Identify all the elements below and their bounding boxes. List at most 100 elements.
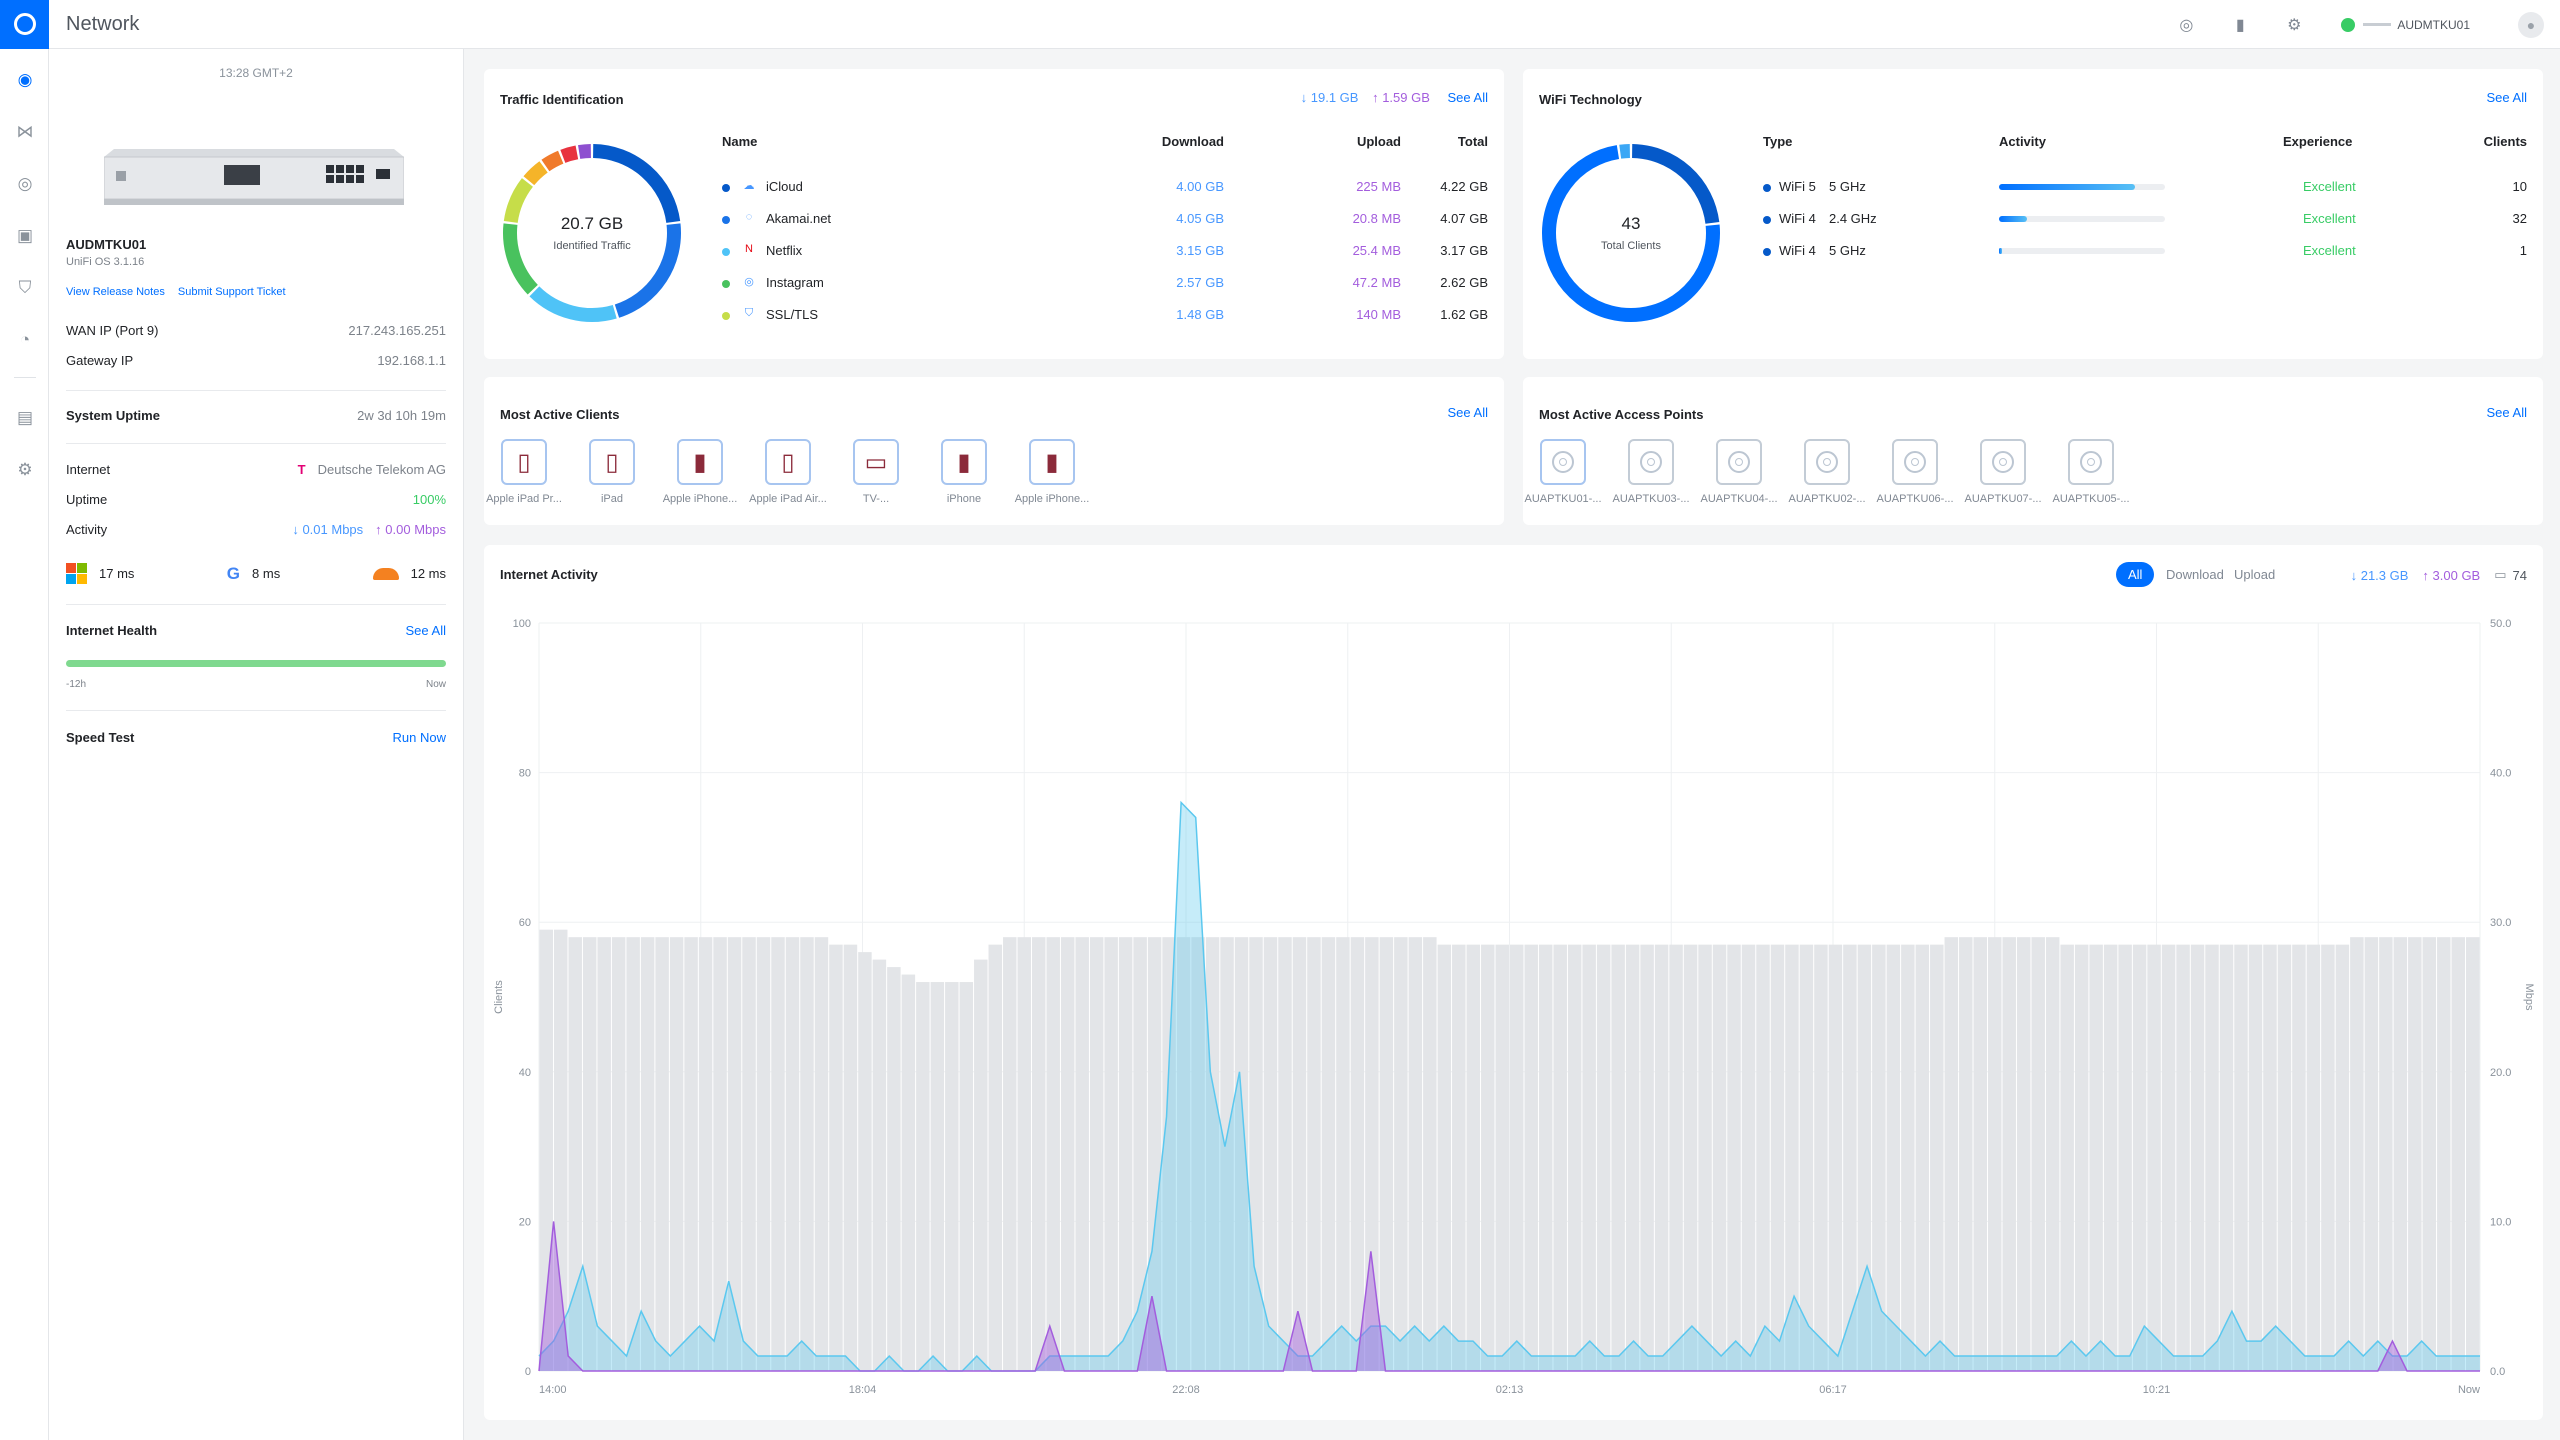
cloudflare-icon: [372, 567, 399, 580]
ap-tile[interactable]: AUAPTKU05-...: [2050, 439, 2132, 505]
instagram-icon: ◎: [744, 276, 754, 288]
left-tick-label: 80: [519, 768, 531, 780]
client-tile[interactable]: ▯ Apple iPad Pr...: [483, 439, 565, 505]
clients-bar: [2277, 944, 2292, 1371]
traffic-app-name: Netflix: [766, 243, 803, 258]
traffic-color-dot: [722, 184, 730, 192]
insights-icon[interactable]: ◔: [12, 327, 38, 353]
toggle-all[interactable]: All: [2116, 562, 2155, 587]
clients-bar: [771, 937, 785, 1371]
clients-bar: [2045, 937, 2060, 1371]
client-tile[interactable]: ▮ iPhone: [923, 439, 1005, 505]
unifi-logo[interactable]: [0, 0, 49, 49]
clients-count-icon: ▭: [2494, 567, 2507, 582]
wifi-row[interactable]: WiFi 4 2.4 GHz Excellent 32: [1763, 211, 2527, 231]
traffic-row[interactable]: ⛉ SSL/TLS 1.48 GB 140 MB 1.62 GB: [722, 307, 1488, 327]
clients-bar: [742, 937, 756, 1371]
col-clients[interactable]: Clients: [2407, 134, 2527, 149]
devices-icon[interactable]: ◎: [12, 171, 38, 197]
traffic-row[interactable]: ◎ Instagram 2.57 GB 47.2 MB 2.62 GB: [722, 275, 1488, 295]
aps-see-all[interactable]: See All: [2487, 405, 2527, 420]
col-activity[interactable]: Activity: [1999, 134, 2046, 149]
col-experience[interactable]: Experience: [2283, 134, 2352, 149]
ap-tile[interactable]: AUAPTKU02-...: [1786, 439, 1868, 505]
topology-icon[interactable]: ⋈: [12, 119, 38, 145]
internet-activity-chart[interactable]: 0 0.0 20 10.0 40 20.0 60 30.0 80 40.0 100 50.0 14:00…: [484, 595, 2543, 1415]
health-end-label: Now: [425, 679, 446, 690]
release-notes-link[interactable]: View Release Notes: [66, 286, 165, 298]
col-download[interactable]: Download: [1104, 134, 1224, 149]
clients-bar: [858, 952, 872, 1371]
clients-icon[interactable]: ▣: [12, 223, 38, 249]
clients-bar: [2364, 937, 2379, 1371]
clients-bar: [916, 982, 930, 1371]
wifi-see-all[interactable]: See All: [2487, 90, 2527, 105]
ap-tile[interactable]: AUAPTKU03-...: [1610, 439, 1692, 505]
clients-bar: [1770, 944, 1785, 1371]
traffic-app-name: Instagram: [766, 275, 824, 290]
traffic-row[interactable]: ◌ Akamai.net 4.05 GB 20.8 MB 4.07 GB: [722, 211, 1488, 231]
left-tick-label: 60: [519, 917, 531, 929]
clients-bar: [2016, 937, 2031, 1371]
notifications-icon[interactable]: ▮: [2225, 10, 2255, 40]
ap-tile[interactable]: AUAPTKU01-...: [1522, 439, 1604, 505]
run-speed-test-button[interactable]: Run Now: [393, 730, 446, 745]
ap-tile[interactable]: AUAPTKU06-...: [1874, 439, 1956, 505]
internet-health-bar[interactable]: [66, 660, 446, 667]
divider: [66, 390, 446, 391]
wan-ip-label: WAN IP (Port 9): [66, 323, 159, 338]
wifi-row[interactable]: WiFi 4 5 GHz Excellent 1: [1763, 243, 2527, 263]
security-icon[interactable]: ⛉: [12, 275, 38, 301]
traffic-donut-label: Identified Traffic: [553, 240, 631, 252]
logs-icon[interactable]: ▤: [12, 405, 38, 431]
support-ticket-link[interactable]: Submit Support Ticket: [178, 286, 286, 298]
clients-bar: [2132, 944, 2147, 1371]
traffic-see-all[interactable]: See All: [1448, 90, 1488, 105]
toggle-upload[interactable]: Upload: [2222, 562, 2287, 587]
wifi-clients: 10: [2512, 179, 2527, 194]
settings-icon[interactable]: ⚙: [12, 457, 38, 483]
clients-bar: [1886, 944, 1901, 1371]
wifi-row[interactable]: WiFi 5 5 GHz Excellent 10: [1763, 179, 2527, 199]
clients-see-all[interactable]: See All: [1448, 405, 1488, 420]
col-total[interactable]: Total: [1368, 134, 1488, 149]
clients-bar: [945, 982, 959, 1371]
ap-name: AUAPTKU03-...: [1612, 493, 1690, 505]
left-tick-label: 100: [513, 618, 531, 630]
client-name: TV-...: [862, 493, 890, 505]
ap-tile[interactable]: AUAPTKU04-...: [1698, 439, 1780, 505]
col-name[interactable]: Name: [722, 134, 757, 149]
network-settings-icon[interactable]: ⚙: [2279, 10, 2309, 40]
traffic-row[interactable]: ☁ iCloud 4.00 GB 225 MB 4.22 GB: [722, 179, 1488, 199]
right-tick-label: 0.0: [2490, 1366, 2505, 1378]
ap-tile[interactable]: AUAPTKU07-...: [1962, 439, 2044, 505]
system-uptime-value: 2w 3d 10h 19m: [357, 408, 446, 423]
wifi-standard: WiFi 4: [1779, 211, 1816, 226]
ipad-icon: ▯: [605, 448, 619, 476]
client-tile[interactable]: ▭ TV-...: [835, 439, 917, 505]
client-tile[interactable]: ▮ Apple iPhone...: [659, 439, 741, 505]
clients-bar: [1060, 937, 1075, 1371]
google-icon: G: [226, 563, 241, 583]
clients-bar: [655, 937, 669, 1371]
ipad-icon: ▯: [517, 448, 531, 476]
most-active-clients-card: Most Active Clients See All ▯ Apple iPad…: [484, 377, 1504, 525]
activity-label: Activity: [66, 522, 108, 537]
telekom-logo-icon: T: [297, 462, 306, 477]
gateway-status[interactable]: AUDMTKU01: [2341, 17, 2470, 32]
clients-bar: [1495, 944, 1509, 1371]
traffic-row[interactable]: N Netflix 3.15 GB 25.4 MB 3.17 GB: [722, 243, 1488, 263]
client-tile[interactable]: ▯ iPad: [571, 439, 653, 505]
clients-bar: [2219, 944, 2234, 1371]
online-status-icon: [2341, 17, 2356, 32]
col-type[interactable]: Type: [1763, 134, 1792, 149]
clients-bar: [2118, 944, 2132, 1371]
internet-health-see-all[interactable]: See All: [406, 623, 446, 638]
client-tile[interactable]: ▯ Apple iPad Air...: [747, 439, 829, 505]
dashboard-icon[interactable]: ◉: [12, 67, 38, 93]
client-tile[interactable]: ▮ Apple iPhone...: [1011, 439, 1093, 505]
clients-bar: [2393, 937, 2408, 1371]
clients-bar: [1481, 944, 1495, 1371]
ai-assistant-icon[interactable]: ◎: [2171, 10, 2201, 40]
user-avatar[interactable]: ●: [2518, 12, 2544, 38]
